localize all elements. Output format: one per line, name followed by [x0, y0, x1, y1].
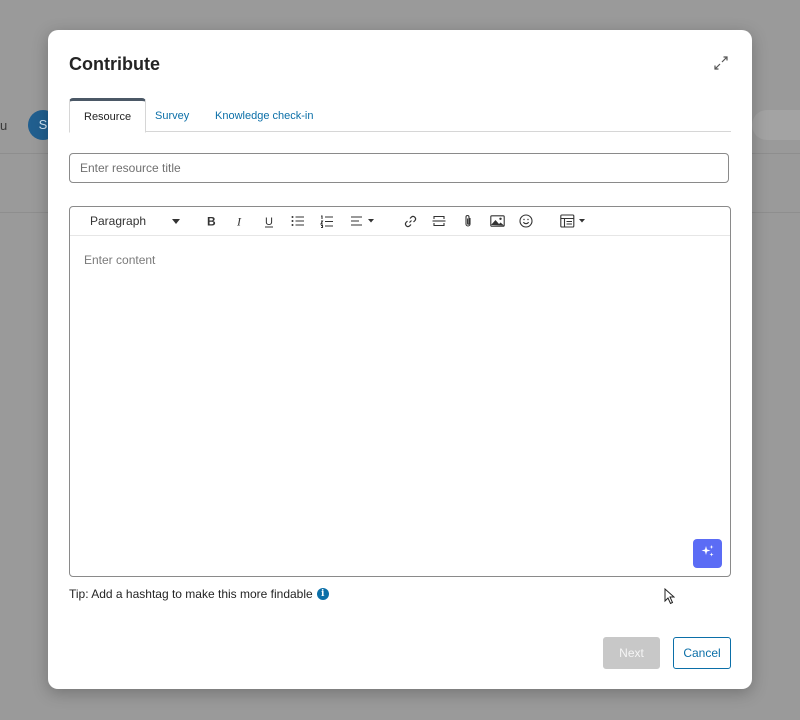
caret-down-icon — [172, 218, 180, 224]
hashtag-tip: Tip: Add a hashtag to make this more fin… — [69, 587, 329, 601]
expand-arrows-icon[interactable] — [712, 54, 730, 72]
link-icon[interactable] — [401, 212, 419, 230]
attachment-icon[interactable] — [459, 212, 477, 230]
resource-title-input[interactable] — [69, 153, 729, 183]
table-icon[interactable] — [559, 212, 589, 230]
tab-survey[interactable]: Survey — [153, 98, 191, 131]
tab-bar: Resource Survey Knowledge check-in — [69, 98, 731, 133]
bold-icon[interactable]: B — [202, 212, 220, 230]
background-text: u — [0, 118, 8, 133]
ai-assist-button[interactable] — [693, 539, 722, 568]
dialog-title: Contribute — [69, 54, 160, 74]
sparkle-icon — [701, 544, 715, 563]
next-button[interactable]: Next — [603, 637, 660, 669]
info-icon[interactable]: i — [316, 588, 329, 600]
emoji-icon[interactable] — [517, 212, 535, 230]
tab-resource[interactable]: Resource — [69, 98, 147, 133]
editor-toolbar: Paragraph B I U — [70, 207, 730, 236]
image-icon[interactable] — [488, 212, 506, 230]
background-element — [752, 110, 800, 140]
align-icon[interactable] — [349, 212, 377, 230]
italic-icon[interactable]: I — [231, 212, 249, 230]
paragraph-style-label: Paragraph — [90, 214, 147, 228]
contribute-dialog: Contribute Resource Survey Knowledge che… — [48, 30, 752, 689]
bulleted-list-icon[interactable] — [289, 212, 307, 230]
content-placeholder[interactable]: Enter content — [84, 253, 155, 267]
tab-knowledge-check-in[interactable]: Knowledge check-in — [213, 98, 315, 131]
numbered-list-icon[interactable] — [318, 212, 336, 230]
divider-icon[interactable] — [430, 212, 448, 230]
cancel-button[interactable]: Cancel — [673, 637, 731, 669]
mouse-pointer-icon — [664, 587, 676, 610]
tip-text: Tip: Add a hashtag to make this more fin… — [69, 587, 313, 601]
underline-icon[interactable]: U — [260, 212, 278, 230]
svg-text:U: U — [265, 216, 273, 228]
content-editor: Paragraph B I U Enter content — [69, 206, 731, 577]
svg-text:I: I — [236, 215, 242, 227]
svg-text:B: B — [207, 215, 216, 227]
paragraph-style-select[interactable]: Paragraph — [90, 212, 180, 230]
